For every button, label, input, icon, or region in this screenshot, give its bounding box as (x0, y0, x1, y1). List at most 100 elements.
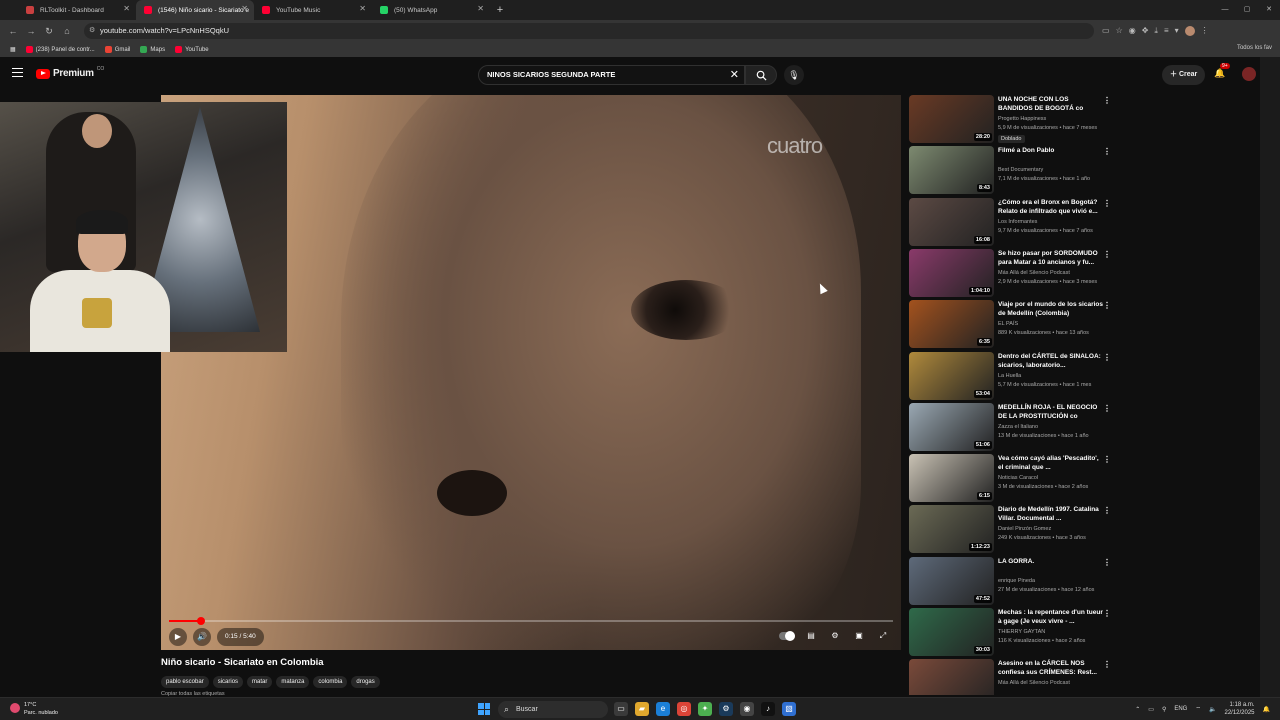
recommendation-title[interactable]: UNA NOCHE CON LOS BANDIDOS DE BOGOTÁ co (998, 95, 1104, 113)
puzzle-icon[interactable]: ✥ (1142, 26, 1149, 36)
url-field[interactable]: ⚙ youtube.com/watch?v=LPcNnHSQqkU (84, 23, 1094, 39)
more-actions-icon[interactable]: ⋮ (1103, 353, 1111, 362)
hamburger-menu-icon[interactable] (12, 68, 23, 77)
browser-tab[interactable]: YouTube Music ✕ (254, 0, 372, 20)
more-actions-icon[interactable]: ⋮ (1103, 558, 1111, 567)
maximize-icon[interactable]: ▢ (1236, 0, 1258, 20)
channel-name[interactable]: Best Documentary (998, 167, 1043, 173)
video-thumbnail[interactable]: 47:52 (909, 556, 994, 605)
recommendation-title[interactable]: Se hizo pasar por SORDOMUDO para Matar a… (998, 249, 1104, 267)
tag-chip[interactable]: drogas (351, 676, 380, 688)
channel-name[interactable]: Daniel Pinzón Gomez (998, 526, 1051, 532)
recommendation-title[interactable]: ¿Cómo era el Bronx en Bogotá? Relato de … (998, 198, 1104, 216)
recommendation-title[interactable]: Filmé a Don Pablo (998, 146, 1104, 155)
recommendation-title[interactable]: Asesino en la CÁRCEL NOS confiesa sus CR… (998, 659, 1104, 677)
tiktok-icon[interactable]: ♪ (761, 702, 775, 716)
more-actions-icon[interactable]: ⋮ (1103, 96, 1111, 105)
more-actions-icon[interactable]: ⋮ (1103, 147, 1111, 156)
notifications-bell-icon[interactable]: 🔔 9+ (1214, 63, 1230, 79)
menu-icon[interactable]: ≡ (1164, 26, 1169, 36)
channel-name[interactable]: THIERRY GAYTAN (998, 629, 1045, 635)
tab-close-icon[interactable]: ✕ (123, 4, 130, 13)
video-thumbnail[interactable]: 1:04:10 (909, 248, 994, 297)
play-icon[interactable]: ▶ (169, 628, 187, 646)
recommendation-item[interactable]: 51:06 MEDELLÍN ROJA - EL NEGOCIO DE LA PR… (909, 402, 1119, 451)
recommendation-item[interactable]: 47:52 LA GORRA. enrique Pineda 27 M de visu… (909, 556, 1119, 605)
channel-name[interactable]: Progetto Happiness (998, 116, 1046, 122)
recommendation-title[interactable]: LA GORRA. (998, 557, 1104, 566)
volume-icon[interactable]: 🔊 (193, 628, 211, 646)
more-actions-icon[interactable]: ⋮ (1103, 250, 1111, 259)
obs-icon[interactable]: ◉ (740, 702, 754, 716)
recommendation-item[interactable]: 1:04:10 Se hizo pasar por SORDOMUDO para … (909, 248, 1119, 297)
channel-name[interactable]: Noticias Caracol (998, 475, 1038, 481)
back-icon[interactable]: ← (4, 26, 22, 36)
progress-scrubber[interactable] (196, 617, 205, 625)
account-avatar[interactable] (1242, 67, 1256, 81)
browser-tab[interactable]: (1546) Niño sicario - Sicariato e ✕ (136, 0, 254, 20)
more-actions-icon[interactable]: ⋮ (1103, 404, 1111, 413)
recommendation-item[interactable]: 53:04 Dentro del CÁRTEL de SINALOA: sicar… (909, 351, 1119, 400)
clock[interactable]: 1:18 a.m. 22/12/2025 (1224, 701, 1254, 717)
app-icon[interactable]: ✦ (698, 702, 712, 716)
file-explorer-icon[interactable]: ▰ (635, 702, 649, 716)
video-thumbnail[interactable]: 6:35 (909, 300, 994, 349)
recommendation-title[interactable]: Mechas : la repentance d'un tueur à gage… (998, 608, 1104, 626)
channel-name[interactable]: Los Informantes (998, 219, 1037, 225)
video-thumbnail[interactable]: 6:15 (909, 454, 994, 503)
tab-close-icon[interactable]: ✕ (359, 4, 366, 13)
browser-tab[interactable]: RLToolkit - Dashboard ✕ (18, 0, 136, 20)
bluetooth-icon[interactable]: ⚲ (1162, 706, 1166, 713)
chrome-icon[interactable]: ◎ (677, 702, 691, 716)
wifi-icon[interactable]: ⌔ (1195, 705, 1201, 713)
reload-icon[interactable]: ↻ (40, 26, 58, 37)
recommendation-item[interactable]: 30:03 Mechas : la repentance d'un tueur à… (909, 608, 1119, 656)
more-actions-icon[interactable]: ⋮ (1103, 660, 1111, 669)
tag-chip[interactable]: matar (247, 676, 273, 688)
video-thumbnail[interactable]: 1:12:23 (909, 505, 994, 554)
tab-close-icon[interactable]: ✕ (241, 4, 248, 13)
recommendation-title[interactable]: Viaje por el mundo de los sicarios de Me… (998, 300, 1104, 318)
recommendation-item[interactable]: 28:20 UNA NOCHE CON LOS BANDIDOS DE BOGOT… (909, 95, 1119, 143)
more-actions-icon[interactable]: ⋮ (1103, 506, 1111, 515)
task-view-icon[interactable]: ▭ (614, 702, 628, 716)
bookmark-item[interactable]: Gmail (104, 46, 130, 53)
tag-chip[interactable]: colombia (313, 676, 348, 688)
recommendation-item[interactable]: 6:35 Viaje por el mundo de los sicarios d… (909, 300, 1119, 349)
notifications-icon[interactable]: 🔔 (1263, 706, 1270, 713)
tag-chip[interactable]: pablo escobar (161, 676, 209, 688)
weather-widget[interactable]: 17°C Parc. nublado (10, 701, 58, 717)
tag-chip[interactable]: sicarios (212, 676, 244, 688)
tab-close-icon[interactable]: ✕ (477, 4, 484, 13)
search-button[interactable] (745, 65, 777, 85)
taskbar-search[interactable]: Buscar (498, 701, 608, 718)
site-info-icon[interactable]: ⚙ (89, 23, 95, 39)
bookmark-item[interactable]: (238) Panel de contr... (25, 46, 95, 53)
tray-app-icon[interactable]: ▭ (1148, 706, 1154, 713)
steam-icon[interactable]: ⚙ (719, 702, 733, 716)
forward-icon[interactable]: → (22, 26, 40, 36)
youtube-premium-logo[interactable]: Premium CO (36, 66, 104, 79)
miniplayer-icon[interactable]: ▣ (851, 628, 867, 644)
kebab-menu-icon[interactable]: ⋮ (1201, 26, 1209, 36)
video-thumbnail[interactable]: 30:03 (909, 608, 994, 656)
recommendation-title[interactable]: MEDELLÍN ROJA - EL NEGOCIO DE LA PROSTIT… (998, 403, 1104, 421)
tab-search-icon[interactable]: ▾ (1175, 26, 1179, 36)
recommendation-title[interactable]: Vea cómo cayó alias 'Pescadito', el crim… (998, 454, 1104, 472)
channel-name[interactable]: EL PAÍS (998, 321, 1018, 327)
profile-avatar[interactable] (1184, 26, 1195, 36)
video-thumbnail[interactable]: 8:43 (909, 146, 994, 195)
video-thumbnail[interactable]: 53:04 (909, 351, 994, 400)
edge-icon[interactable]: e (656, 702, 670, 716)
recommendation-item[interactable]: 8:43 Filmé a Don Pablo Best Documentary 7,1… (909, 146, 1119, 195)
channel-name[interactable]: enrique Pineda (998, 578, 1035, 584)
progress-bar[interactable] (169, 617, 893, 625)
more-actions-icon[interactable]: ⋮ (1103, 609, 1111, 618)
create-button[interactable]: ＋ Crear (1162, 65, 1206, 85)
recommendation-item[interactable]: 6:15 Vea cómo cayó alias 'Pescadito', el … (909, 454, 1119, 503)
voice-search-mic-icon[interactable]: 🎙 (784, 65, 804, 85)
recommendation-title[interactable]: Diario de Medellín 1997. Catalina Villar… (998, 505, 1104, 523)
tray-chevron-icon[interactable]: ⌃ (1135, 706, 1140, 713)
language-indicator[interactable]: ENG (1174, 706, 1187, 712)
windows-start-icon[interactable] (478, 703, 490, 715)
